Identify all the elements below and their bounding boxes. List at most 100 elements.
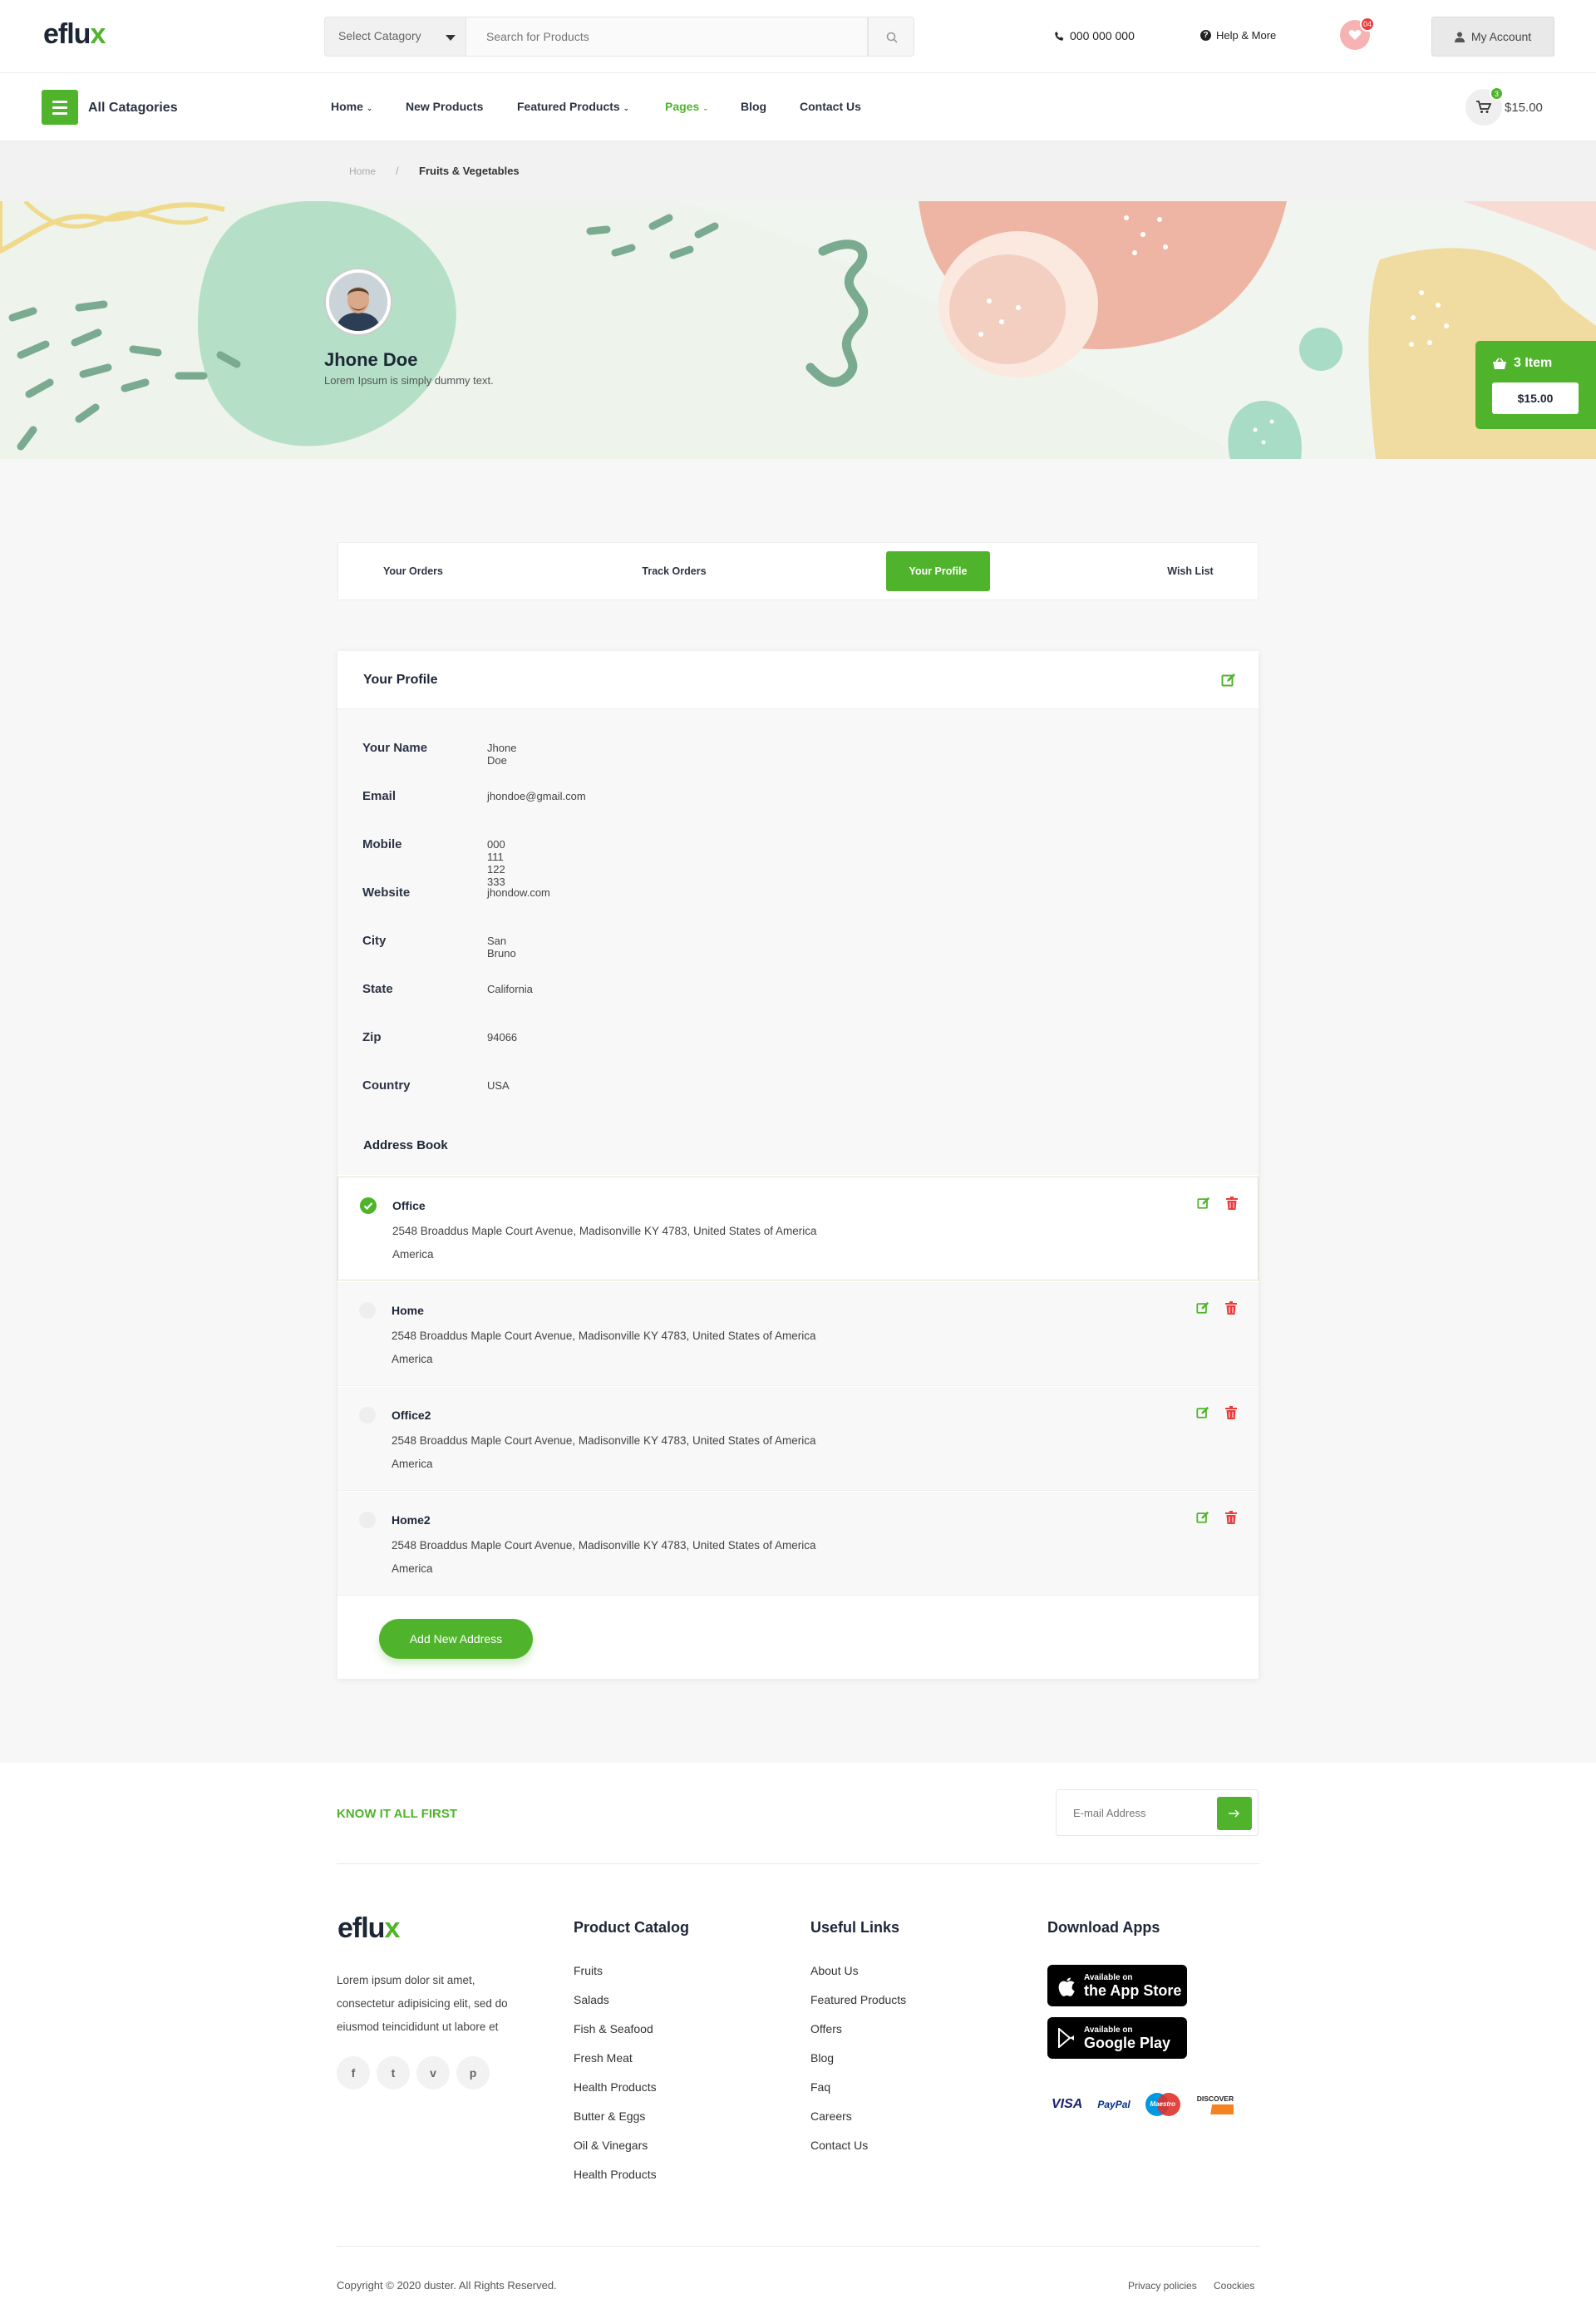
chevron-down-icon: ⌄ [702, 104, 709, 112]
user-avatar[interactable] [326, 269, 391, 334]
address-item-office2[interactable]: Office2 2548 Broaddus Maple Court Avenue… [337, 1387, 1259, 1491]
profile-banner: Jhone Doe Lorem Ipsum is simply dummy te… [0, 201, 1596, 459]
radio-circle-icon[interactable] [359, 1302, 376, 1319]
apple-icon [1058, 1977, 1075, 1996]
add-new-address-button[interactable]: Add New Address [379, 1619, 533, 1659]
nav-item-home[interactable]: Home ⌄ [331, 100, 372, 113]
privacy-policies-link[interactable]: Privacy policies [1128, 2280, 1197, 2292]
footer-link[interactable]: About Us [810, 1964, 906, 1977]
footer-link[interactable]: Salads [574, 1993, 657, 2006]
trash-icon[interactable] [1225, 1511, 1237, 1524]
field-label: Mobile [362, 837, 402, 851]
address-line: 2548 Broaddus Maple Court Avenue, Madiso… [392, 1225, 817, 1237]
tab-your-profile[interactable]: Your Profile [886, 551, 990, 591]
radio-circle-icon[interactable] [359, 1407, 376, 1423]
trash-icon[interactable] [1225, 1406, 1237, 1419]
banner-decoration [0, 201, 1596, 459]
help-link[interactable]: ? Help & More [1200, 29, 1276, 42]
nav-item-featured-products[interactable]: Featured Products ⌄ [517, 100, 629, 113]
address-lines: 2548 Broaddus Maple Court Avenue, Madiso… [392, 1325, 907, 1371]
trash-icon[interactable] [1225, 1301, 1237, 1315]
footer-link[interactable]: Health Products [574, 2080, 657, 2094]
twitter-icon[interactable]: t [377, 2056, 410, 2090]
address-line: America [392, 1353, 433, 1365]
footer-about-line: consectetur adipisicing elit, sed do [337, 1997, 508, 2010]
mini-cart-total[interactable]: $15.00 [1492, 382, 1579, 414]
search-button[interactable] [868, 17, 914, 57]
user-icon [1454, 32, 1465, 42]
avatar-image [329, 273, 387, 331]
category-select[interactable]: Select Catagory [324, 17, 466, 57]
nav-item-pages[interactable]: Pages ⌄ [665, 100, 709, 113]
footer-logo[interactable]: eflux [337, 1912, 400, 1945]
footer-apps-title: Download Apps [1047, 1919, 1160, 1936]
radio-circle-icon[interactable] [359, 1512, 376, 1528]
edit-icon[interactable] [1196, 1406, 1209, 1419]
footer-link[interactable]: Fish & Seafood [574, 2022, 657, 2035]
pinterest-icon[interactable]: p [456, 2056, 490, 2090]
footer-link[interactable]: Butter & Eggs [574, 2109, 657, 2123]
address-item-home2[interactable]: Home2 2548 Broaddus Maple Court Avenue, … [337, 1492, 1259, 1596]
footer-link[interactable]: Careers [810, 2109, 906, 2123]
all-categories-label[interactable]: All Catagories [88, 101, 178, 116]
field-value: 94066 [487, 1031, 518, 1044]
my-account-button[interactable]: My Account [1431, 17, 1554, 57]
field-label: Zip [362, 1030, 382, 1044]
address-name: Office [392, 1199, 426, 1212]
facebook-icon[interactable]: f [337, 2056, 370, 2090]
field-label: Your Name [362, 741, 428, 755]
field-value: San Bruno [487, 935, 516, 960]
site-footer: KNOW IT ALL FIRST eflux Lorem ipsum dolo… [0, 1763, 1596, 2319]
cart-icon [1476, 101, 1491, 113]
footer-link[interactable]: Oil & Vinegars [574, 2139, 657, 2152]
basket-icon [1493, 358, 1506, 369]
edit-icon[interactable] [1197, 1197, 1210, 1210]
footer-link[interactable]: Fruits [574, 1964, 657, 1977]
footer-link[interactable]: Blog [810, 2051, 906, 2065]
site-logo[interactable]: eflux [43, 18, 106, 51]
floating-mini-cart[interactable]: 3 Item $15.00 [1475, 341, 1596, 429]
tab-track-orders[interactable]: Track Orders [616, 551, 732, 591]
trash-icon[interactable] [1226, 1197, 1238, 1210]
edit-icon[interactable] [1196, 1301, 1209, 1315]
newsletter-email-input[interactable] [1057, 1790, 1214, 1835]
address-line: 2548 Broaddus Maple Court Avenue, Madiso… [392, 1434, 816, 1447]
tab-your-orders[interactable]: Your Orders [355, 551, 471, 591]
user-tagline: Lorem Ipsum is simply dummy text. [324, 374, 494, 387]
search-input[interactable] [466, 17, 868, 57]
address-item-office[interactable]: Office 2548 Broaddus Maple Court Avenue,… [337, 1177, 1259, 1280]
newsletter-title: KNOW IT ALL FIRST [337, 1807, 457, 1821]
phone-link[interactable]: 000 000 000 [1054, 29, 1135, 42]
address-line: 2548 Broaddus Maple Court Avenue, Madiso… [392, 1330, 816, 1342]
mini-cart-summary: 3 Item [1492, 356, 1552, 371]
address-name: Office2 [392, 1409, 431, 1422]
edit-icon[interactable] [1196, 1511, 1209, 1524]
nav-item-blog[interactable]: Blog [741, 100, 766, 113]
check-circle-icon[interactable] [360, 1197, 377, 1214]
footer-link[interactable]: Featured Products [810, 1993, 906, 2006]
cookies-link[interactable]: Coockies [1214, 2280, 1254, 2292]
address-line: America [392, 1562, 433, 1575]
arrow-right-icon [1229, 1809, 1239, 1818]
breadcrumb-home[interactable]: Home [349, 165, 376, 177]
tab-wish-list[interactable]: Wish List [1136, 551, 1244, 591]
google-play-small: Available on [1084, 2025, 1133, 2035]
footer-link[interactable]: Faq [810, 2080, 906, 2094]
field-value: 000 111 122 333 [487, 838, 505, 888]
hamburger-menu-icon[interactable] [42, 90, 78, 125]
footer-link[interactable]: Contact Us [810, 2139, 906, 2152]
app-store-button[interactable]: Available on the App Store [1047, 1965, 1187, 2006]
google-play-text: Available on Google Play [1084, 2025, 1170, 2051]
nav-item-new-products[interactable]: New Products [406, 100, 483, 113]
footer-link[interactable]: Fresh Meat [574, 2051, 657, 2065]
footer-link[interactable]: Health Products [574, 2168, 657, 2181]
edit-profile-icon[interactable] [1221, 673, 1236, 688]
field-value: jhondoe@gmail.com [487, 790, 586, 802]
address-item-home[interactable]: Home 2548 Broaddus Maple Court Avenue, M… [337, 1282, 1259, 1386]
newsletter-submit-button[interactable] [1217, 1797, 1252, 1830]
vimeo-icon[interactable]: v [416, 2056, 450, 2090]
footer-link[interactable]: Offers [810, 2022, 906, 2035]
account-tabs: Your Orders Track Orders Your Profile Wi… [337, 542, 1259, 600]
nav-item-contact-us[interactable]: Contact Us [800, 100, 861, 113]
google-play-button[interactable]: Available on Google Play [1047, 2017, 1187, 2059]
